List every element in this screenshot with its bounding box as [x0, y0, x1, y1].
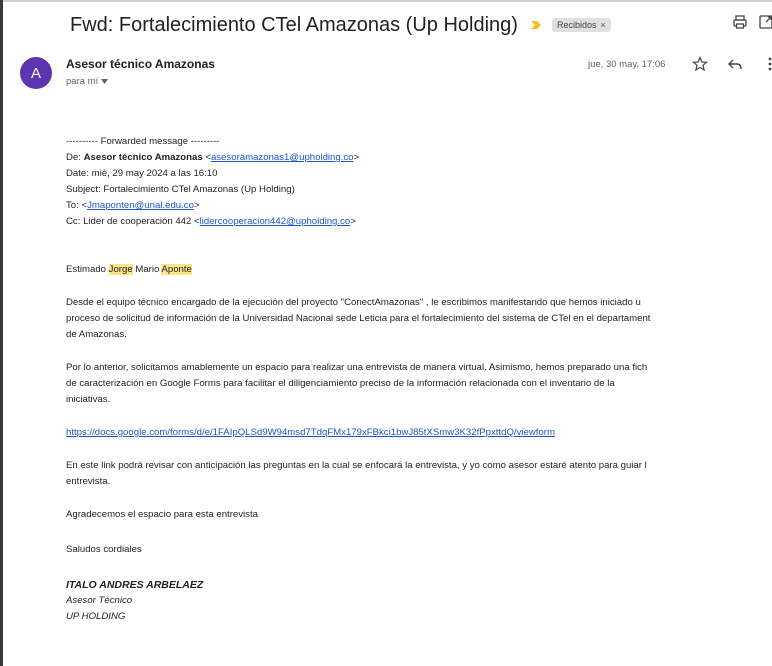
sender-avatar[interactable]: A	[20, 57, 52, 89]
star-icon[interactable]	[692, 56, 708, 72]
from-name: Asesor técnico Amazonas	[83, 152, 203, 163]
forwarded-separator: ---------- Forwarded message ---------	[66, 136, 220, 147]
signature-company: UP HOLDING	[66, 611, 126, 622]
paragraph-line: En este link podrá revisar con anticipac…	[66, 460, 647, 471]
reply-icon[interactable]	[727, 56, 743, 72]
subject-row: Fwd: Fortalecimiento CTel Amazonas (Up H…	[70, 10, 611, 40]
open-new-window-icon[interactable]	[758, 14, 772, 30]
subject-value: Fortalecimiento CTel Amazonas (Up Holdin…	[103, 184, 295, 195]
importance-marker-icon[interactable]	[530, 19, 542, 31]
paragraph-closing: Saludos cordiales	[66, 544, 142, 555]
cc-name: Lider de cooperación 442	[83, 216, 192, 227]
paragraph-thanks: Agradecemos el espacio para esta entrevi…	[66, 509, 258, 520]
paragraph-intro: Desde el equipo técnico encargado de la …	[66, 295, 772, 343]
recipient-details-dropdown-icon[interactable]	[101, 79, 109, 84]
from-label: De:	[66, 152, 81, 163]
greeting-first-name: Jorge	[108, 264, 133, 275]
paragraph-line: de caracterización en Google Forms para …	[66, 378, 615, 389]
cc-label: Cc:	[66, 216, 81, 227]
label-chip-text: Recibidos	[556, 20, 597, 30]
paragraph-line: Desde el equipo técnico encargado de la …	[66, 297, 641, 308]
to-label: To:	[66, 200, 79, 211]
paragraph-line: de Amazonas.	[66, 329, 127, 340]
cc-email-link[interactable]: lidercooperacion442@upholding.co	[200, 216, 351, 227]
window-left-border	[0, 0, 3, 666]
google-form-link-line: https://docs.google.com/forms/d/e/1FAIpQ…	[66, 425, 772, 441]
forwarded-subject: Subject: Fortalecimiento CTel Amazonas (…	[66, 182, 772, 198]
recipient-text: para mí	[66, 76, 99, 87]
paragraph-line: iniciativas.	[66, 394, 111, 405]
print-icon[interactable]	[732, 14, 748, 30]
label-chip-inbox[interactable]: Recibidos ×	[551, 18, 611, 32]
date-value: mié, 29 may 2024 a las 16:10	[91, 168, 218, 179]
date-label: Date:	[66, 168, 89, 179]
email-date: jue, 30 may, 17:06	[588, 59, 666, 70]
sender-name[interactable]: Asesor técnico Amazonas	[66, 57, 215, 71]
email-body: ---------- Forwarded message --------- D…	[66, 134, 772, 625]
greeting-last-name: Aponte	[161, 264, 192, 275]
paragraph-link-info: En este link podrá revisar con anticipac…	[66, 458, 772, 490]
forwarded-date: Date: mié, 29 may 2024 a las 16:10	[66, 166, 772, 182]
signature-name: ITALO ANDRES ARBELAEZ	[66, 579, 204, 591]
forwarded-to: To: <Jmaponten@unal.edu.co>	[66, 200, 200, 211]
label-remove-icon[interactable]: ×	[600, 20, 605, 30]
more-options-icon[interactable]	[762, 56, 772, 72]
signature-title: Asesor Técnico	[66, 595, 133, 606]
greeting-middle-name: Mario	[135, 264, 160, 275]
to-email-link[interactable]: Jmaponten@unal.edu.co	[87, 200, 194, 211]
paragraph-request: Por lo anterior, solicitamos amablemente…	[66, 360, 772, 408]
google-form-link[interactable]: https://docs.google.com/forms/d/e/1FAIpQ…	[66, 427, 555, 438]
forwarded-from: De: Asesor técnico Amazonas <asesoramazo…	[66, 152, 360, 163]
signature: ITALO ANDRES ARBELAEZ Asesor Técnico UP …	[66, 577, 772, 625]
subject-label: Subject:	[66, 184, 101, 195]
recipient-line[interactable]: para mí	[66, 76, 109, 87]
window-top-border	[0, 0, 772, 2]
paragraph-line: Por lo anterior, solicitamos amablemente…	[66, 362, 648, 373]
greeting-prefix: Estimado	[66, 264, 106, 275]
forwarded-cc: Cc: Lider de cooperación 442 <lidercoope…	[66, 216, 356, 227]
paragraph-line: proceso de solicitud de información de l…	[66, 313, 651, 324]
from-email-link[interactable]: asesoramazonas1@upholding.co	[211, 152, 354, 163]
paragraph-line: entrevista.	[66, 476, 111, 487]
email-subject: Fwd: Fortalecimiento CTel Amazonas (Up H…	[70, 13, 518, 36]
greeting: Estimado Jorge Mario Aponte	[66, 262, 772, 278]
